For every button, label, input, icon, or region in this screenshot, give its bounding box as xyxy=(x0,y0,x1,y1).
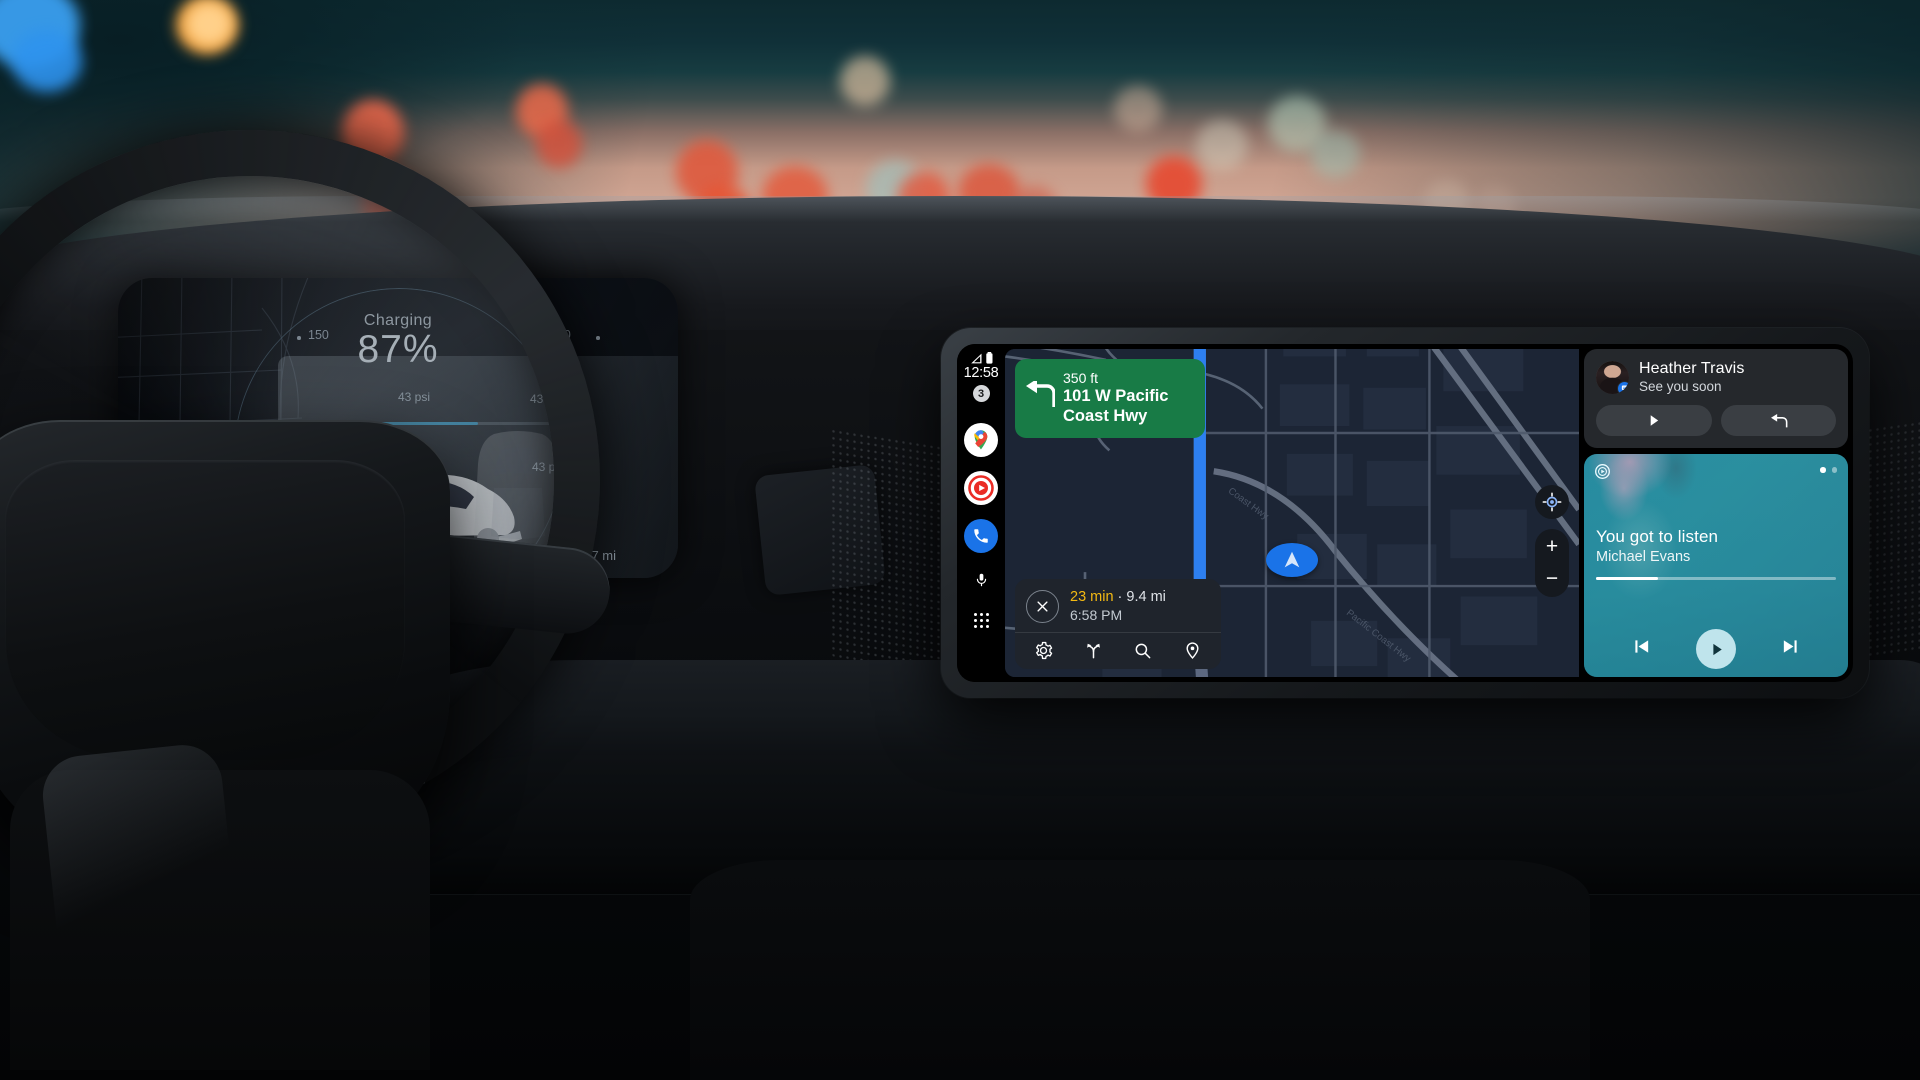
message-header: Heather Travis See you soon xyxy=(1596,360,1836,394)
eta-card[interactable]: 23 min · 9.4 mi 6:58 PM xyxy=(1015,579,1221,669)
battery-icon xyxy=(985,352,992,364)
skip-previous-icon xyxy=(1635,640,1649,653)
google-maps-icon xyxy=(974,430,988,450)
message-text: Heather Travis See you soon xyxy=(1639,360,1744,394)
play-icon xyxy=(1650,415,1659,426)
car-dashboard-scene: Charging 150 250 87% 43 psi 43 psi 42 ps… xyxy=(0,0,1920,1080)
eta-duration: 23 min xyxy=(1070,589,1114,605)
media-source-button[interactable] xyxy=(1594,463,1611,485)
sidebar-item-phone[interactable] xyxy=(964,519,998,553)
settings-icon[interactable] xyxy=(1034,641,1053,660)
search-icon[interactable] xyxy=(1133,641,1152,660)
microphone-icon xyxy=(976,573,986,587)
route-alternatives-icon[interactable] xyxy=(1084,641,1103,660)
navigation-arrow-icon xyxy=(1284,551,1300,568)
media-progress-fill xyxy=(1596,577,1659,580)
sidebar-app-list[interactable] xyxy=(964,423,998,553)
current-location-puck xyxy=(1266,543,1318,577)
microphone-button[interactable] xyxy=(974,570,989,595)
status-icons xyxy=(970,351,993,364)
eta-distance: 9.4 mi xyxy=(1126,589,1166,605)
steering-wheel-gloss xyxy=(38,741,242,979)
app-grid-icon xyxy=(973,613,977,616)
turn-text: 350 ft 101 W Pacific Coast Hwy xyxy=(1063,370,1168,426)
place-pin-icon[interactable] xyxy=(1183,641,1202,660)
youtube-music-icon xyxy=(1595,464,1610,479)
media-player-card[interactable]: You got to listen Michael Evans xyxy=(1584,454,1848,677)
message-preview: See you soon xyxy=(1639,379,1722,394)
infotainment-screen[interactable]: 12:58 3 Coast Hwy Pacific Coast Hwy 350 … xyxy=(957,344,1853,682)
eta-separator: · xyxy=(1113,589,1127,605)
steering-wheel-pad xyxy=(5,460,405,760)
sidebar-item-youtube-music[interactable] xyxy=(964,471,998,505)
bokeh-light xyxy=(840,56,890,106)
play-pause-button[interactable] xyxy=(1696,629,1736,669)
speaker-grille xyxy=(1860,411,1920,659)
close-icon xyxy=(1037,600,1048,612)
turn-left-icon xyxy=(1025,370,1056,412)
messages-icon xyxy=(1617,380,1629,394)
bokeh-light xyxy=(1114,86,1162,132)
recenter-button[interactable] xyxy=(1535,485,1569,519)
steering-wheel xyxy=(0,130,680,1080)
android-auto-sidebar[interactable]: 12:58 3 xyxy=(957,344,1005,682)
notification-count-badge[interactable]: 3 xyxy=(972,385,990,402)
page-dot xyxy=(1831,467,1837,473)
center-console xyxy=(690,860,1590,1080)
bokeh-light xyxy=(1196,120,1248,170)
next-track-button[interactable] xyxy=(1780,636,1801,662)
play-message-button[interactable] xyxy=(1596,405,1712,436)
zoom-out-button[interactable]: − xyxy=(1546,563,1558,595)
turn-street-line2: Coast Hwy xyxy=(1063,407,1148,426)
phone-icon xyxy=(974,529,988,543)
clock: 12:58 xyxy=(963,365,999,381)
message-sender: Heather Travis xyxy=(1639,360,1745,377)
bokeh-light xyxy=(1310,130,1360,178)
media-artist: Michael Evans xyxy=(1596,549,1691,565)
page-dot-active xyxy=(1820,467,1826,473)
page-indicator-dots xyxy=(1820,467,1837,473)
turn-distance: 350 ft xyxy=(1063,370,1099,386)
previous-track-button[interactable] xyxy=(1631,636,1652,662)
map-action-bar[interactable] xyxy=(1015,632,1221,669)
eta-arrival-time: 6:58 PM xyxy=(1070,607,1123,623)
end-navigation-button[interactable] xyxy=(1026,589,1059,623)
youtube-music-icon xyxy=(968,475,994,501)
zoom-controls[interactable]: + − xyxy=(1535,529,1569,597)
media-title: You got to listen xyxy=(1596,527,1719,546)
eta-summary: 23 min · 9.4 mi 6:58 PM xyxy=(1015,579,1221,632)
avatar xyxy=(1596,360,1629,394)
message-actions[interactable] xyxy=(1596,405,1836,436)
turn-street-line1: 101 W Pacific xyxy=(1063,387,1169,406)
bokeh-light xyxy=(186,2,232,46)
reply-message-button[interactable] xyxy=(1720,405,1836,436)
play-icon xyxy=(1712,643,1722,655)
map-pane[interactable]: Coast Hwy Pacific Coast Hwy 350 ft 101 W… xyxy=(1005,349,1579,677)
media-controls[interactable] xyxy=(1584,629,1848,669)
turn-instruction-card[interactable]: 350 ft 101 W Pacific Coast Hwy xyxy=(1015,359,1205,439)
eta-text: 23 min · 9.4 mi 6:58 PM xyxy=(1070,589,1166,623)
right-widget-column[interactable]: Heather Travis See you soon You got to l… xyxy=(1579,344,1853,682)
app-grid-button[interactable] xyxy=(973,613,989,629)
recenter-icon xyxy=(1542,492,1562,512)
sidebar-item-google-maps[interactable] xyxy=(964,423,998,457)
signal-bars-icon xyxy=(970,353,981,364)
zoom-in-button[interactable]: + xyxy=(1546,531,1558,563)
skip-next-icon xyxy=(1783,640,1797,653)
reply-icon xyxy=(1770,413,1788,428)
eta-duration-distance: 23 min · 9.4 mi xyxy=(1070,589,1166,605)
message-notification-card[interactable]: Heather Travis See you soon xyxy=(1584,349,1848,448)
bokeh-light xyxy=(12,30,82,92)
media-progress-bar[interactable] xyxy=(1596,577,1836,580)
